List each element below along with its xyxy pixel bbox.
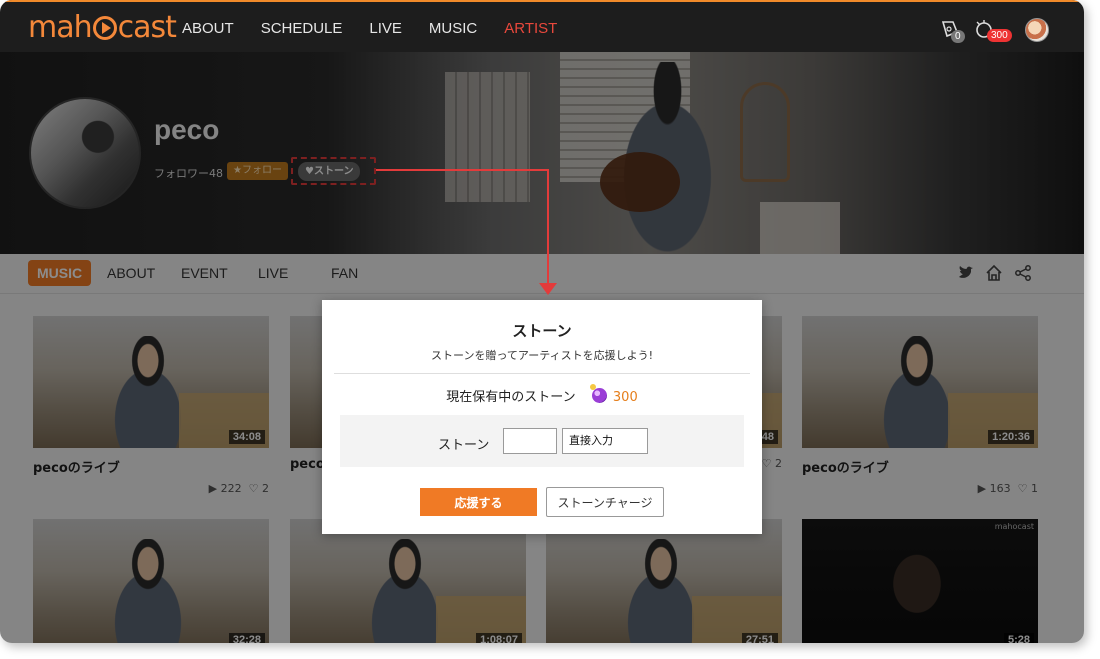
modal-divider xyxy=(334,373,750,374)
stone-amount-select[interactable]: 直接入力 xyxy=(562,428,648,454)
app-window: mah cast ABOUT SCHEDULE LIVE MUSIC ARTIST… xyxy=(0,0,1084,643)
modal-subtitle: ストーンを贈ってアーティストを応援しよう! xyxy=(431,349,653,362)
stone-balance-label: 現在保有中のストーン xyxy=(446,390,576,405)
annotation-arrow-vertical xyxy=(547,169,549,285)
play-icon xyxy=(92,16,117,40)
main-nav-links: ABOUT SCHEDULE LIVE MUSIC ARTIST xyxy=(182,20,584,37)
annotation-arrow-horizontal xyxy=(376,169,549,171)
stone-entry-row: ストーン 直接入力 xyxy=(340,415,744,467)
nav-link-live[interactable]: LIVE xyxy=(369,20,402,37)
stone-gem-icon xyxy=(589,384,607,403)
annotation-arrow-head xyxy=(539,283,557,295)
mahocast-logo[interactable]: mah cast xyxy=(28,10,177,45)
modal-title: ストーン xyxy=(512,322,572,340)
nav-link-about[interactable]: ABOUT xyxy=(182,20,234,37)
stone-modal: ストーン ストーンを贈ってアーティストを応援しよう! 現在保有中のストーン 30… xyxy=(322,300,762,534)
stone-count-badge: 300 xyxy=(987,29,1012,42)
top-navigation: mah cast ABOUT SCHEDULE LIVE MUSIC ARTIST… xyxy=(0,0,1084,52)
stone-entry-label: ストーン xyxy=(438,438,490,453)
stone-amount-input[interactable] xyxy=(503,428,557,454)
stone-charge-button[interactable]: ストーンチャージ xyxy=(546,487,664,517)
nav-link-artist[interactable]: ARTIST xyxy=(504,20,557,37)
user-avatar[interactable] xyxy=(1025,18,1049,42)
nav-link-music[interactable]: MUSIC xyxy=(429,20,477,37)
stone-balance: 現在保有中のストーン 300 xyxy=(322,384,762,405)
support-button[interactable]: 応援する xyxy=(420,488,537,516)
nav-link-schedule[interactable]: SCHEDULE xyxy=(261,20,343,37)
stone-balance-count: 300 xyxy=(612,390,638,405)
ticket-count-badge: 0 xyxy=(951,30,965,43)
